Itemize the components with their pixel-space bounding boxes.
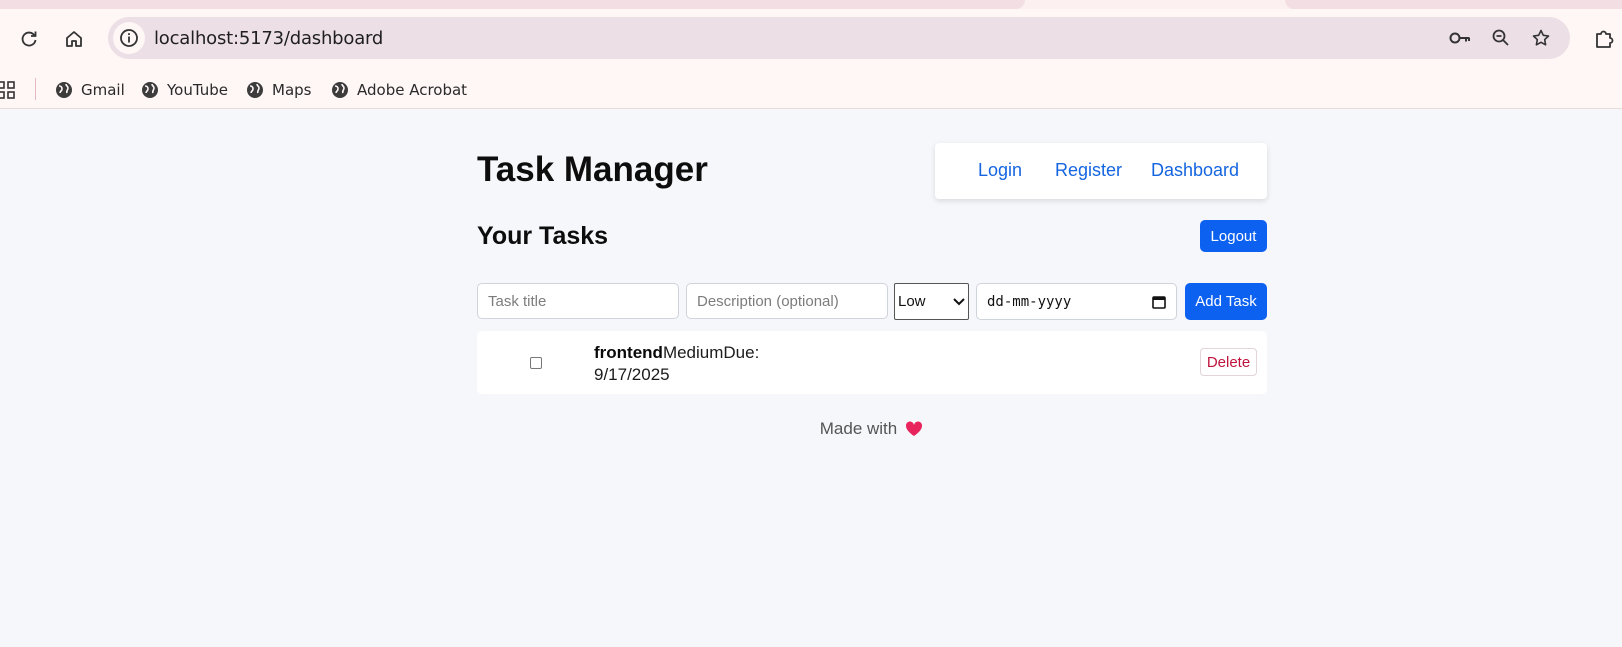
nav-dashboard-link[interactable]: Dashboard — [1151, 160, 1239, 181]
bookmark-maps[interactable]: Maps — [246, 77, 311, 103]
bookmarks-bar: Gmail YouTube Maps Adobe Acrobat — [0, 69, 1622, 109]
chevron-down-icon — [953, 297, 965, 305]
apps-grid-icon — [0, 81, 15, 99]
top-nav: Login Register Dashboard — [935, 143, 1267, 199]
bookmarks-separator — [35, 78, 36, 100]
globe-icon — [247, 82, 263, 98]
home-icon — [66, 31, 82, 47]
calendar-icon[interactable] — [1152, 295, 1166, 309]
task-details: frontendMediumDue: 9/17/2025 — [594, 342, 794, 386]
home-button[interactable] — [56, 21, 92, 57]
bookmark-adobe-acrobat[interactable]: Adobe Acrobat — [331, 77, 467, 103]
add-task-button[interactable]: Add Task — [1185, 283, 1267, 320]
bookmark-label: Maps — [272, 81, 312, 99]
app-title: Task Manager — [477, 150, 708, 189]
section-title: Your Tasks — [477, 222, 609, 250]
key-icon — [1449, 32, 1470, 44]
info-icon — [120, 29, 138, 47]
zoom-button[interactable] — [1486, 23, 1516, 53]
bookmark-label: YouTube — [167, 81, 228, 99]
bookmark-label: Adobe Acrobat — [357, 81, 468, 99]
task-item: frontendMediumDue: 9/17/2025 Delete — [477, 331, 1267, 394]
site-info-button[interactable] — [113, 22, 145, 54]
delete-task-button[interactable]: Delete — [1200, 348, 1257, 376]
star-icon — [1532, 29, 1550, 46]
nav-register-link[interactable]: Register — [1055, 160, 1122, 181]
task-priority: Medium — [662, 343, 724, 362]
extensions-button[interactable] — [1586, 21, 1622, 57]
due-date-input[interactable]: dd-mm-yyyy — [976, 283, 1177, 320]
task-complete-checkbox[interactable] — [530, 357, 542, 369]
bookmark-label: Gmail — [81, 81, 125, 99]
heart-icon — [906, 421, 923, 436]
zoom-out-icon — [1492, 29, 1509, 46]
logout-button[interactable]: Logout — [1200, 220, 1267, 252]
address-bar[interactable]: localhost:5173/dashboard — [108, 17, 1570, 59]
apps-button[interactable] — [0, 80, 16, 100]
puzzle-icon — [1596, 30, 1614, 48]
nav-login-link[interactable]: Login — [978, 160, 1022, 181]
bookmark-star-button[interactable] — [1526, 23, 1556, 53]
reload-icon — [21, 31, 37, 47]
globe-icon — [332, 82, 348, 98]
globe-icon — [142, 82, 158, 98]
password-key-button[interactable] — [1445, 23, 1475, 53]
task-title: frontend — [594, 343, 663, 362]
footer: Made with — [0, 419, 1622, 439]
browser-toolbar: localhost:5173/dashboard — [0, 9, 1622, 69]
footer-text: Made with — [819, 419, 898, 438]
due-date-placeholder: dd-mm-yyyy — [987, 293, 1072, 310]
url-text[interactable]: localhost:5173/dashboard — [154, 28, 383, 49]
task-title-input[interactable] — [477, 283, 679, 319]
bookmark-youtube[interactable]: YouTube — [141, 77, 228, 103]
priority-select[interactable]: Low — [894, 283, 969, 320]
priority-select-value: Low — [898, 293, 926, 310]
task-description-input[interactable] — [686, 283, 888, 319]
reload-button[interactable] — [11, 21, 47, 57]
tab-inactive-left[interactable] — [0, 0, 1025, 9]
globe-icon — [56, 82, 72, 98]
bookmark-gmail[interactable]: Gmail — [55, 77, 125, 103]
tab-inactive-right[interactable] — [1285, 0, 1622, 9]
tab-strip — [0, 0, 1622, 9]
